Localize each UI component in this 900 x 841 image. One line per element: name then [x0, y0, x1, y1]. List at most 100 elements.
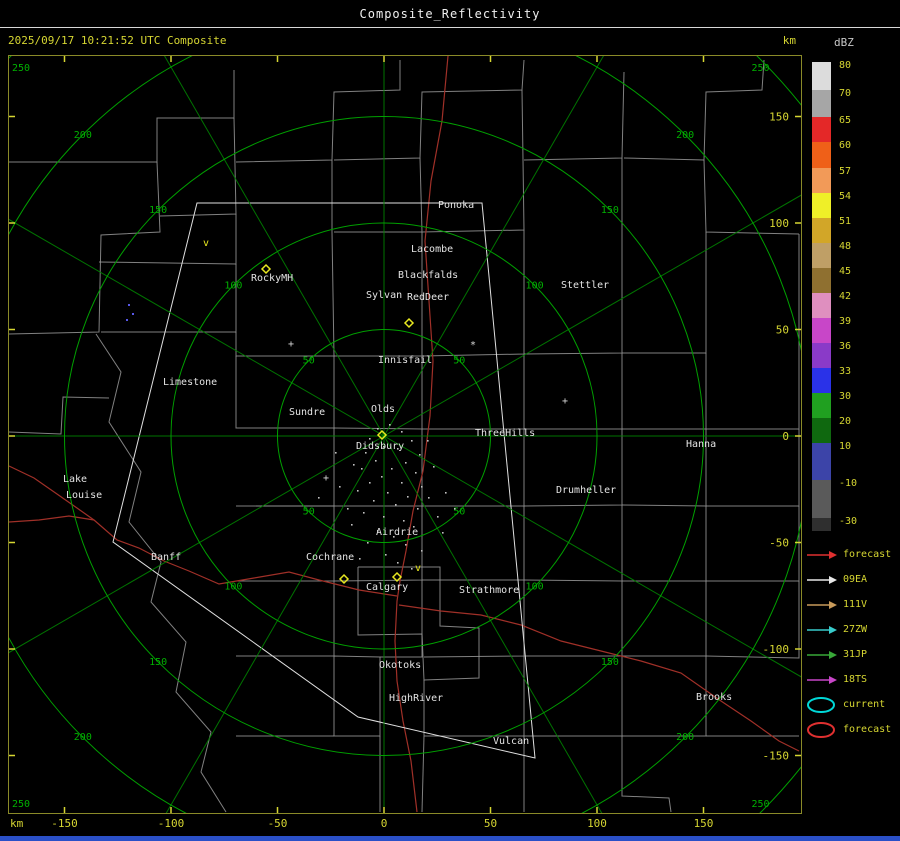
- legend-arrow-label: 27ZW: [843, 624, 868, 635]
- county-boundary-line: [421, 735, 425, 813]
- radar-echo-dot: [445, 492, 447, 494]
- place-label: Calgary: [366, 582, 408, 593]
- dbz-color-swatch: [812, 243, 831, 268]
- legend-arrow-label: forecast: [843, 549, 892, 560]
- radar-echo-dot: [361, 468, 363, 470]
- place-label: Banff: [151, 552, 181, 563]
- dbz-value-label: 39: [839, 315, 852, 327]
- radar-echo-dot: [401, 482, 403, 484]
- radar-echo-dot-blue: [126, 319, 128, 321]
- ring-distance-label: 150: [601, 205, 619, 216]
- radar-echo-dot: [365, 452, 367, 454]
- legend-arrow-label: 18TS: [843, 674, 868, 685]
- radar-echo-dot: [351, 524, 353, 526]
- bottom-axis-label: 0: [380, 817, 388, 830]
- radar-echo-dot: [421, 550, 423, 552]
- legend-arrow-label: 111V: [843, 599, 868, 610]
- window-titlebar: Composite_Reflectivity: [0, 0, 900, 28]
- ring-distance-label: 100: [224, 582, 242, 593]
- county-boundary-line: [9, 70, 235, 163]
- county-boundary-line: [333, 506, 423, 582]
- dbz-value-label: 42: [839, 290, 852, 302]
- county-boundary-line: [423, 680, 524, 737]
- county-boundary-line: [622, 232, 707, 354]
- county-boundary-line: [235, 160, 335, 357]
- radar-echo-dot: [381, 476, 383, 478]
- radar-plot-area[interactable]: 50 50 50 50 100 100 100 100 150 150 150 150 200 200 20…: [8, 55, 802, 814]
- county-boundary-line: [9, 396, 110, 435]
- place-label: Strathmore: [459, 585, 519, 596]
- county-boundary-line: [333, 655, 381, 737]
- ring-distance-label: 100: [526, 280, 544, 291]
- place-label: Okotoks: [379, 660, 421, 671]
- dbz-color-swatch: [812, 318, 831, 343]
- place-label: Lake: [63, 474, 87, 485]
- ring-distance-label: 50: [453, 506, 465, 517]
- dbz-value-label: 45: [839, 265, 852, 277]
- track-legend: forecast 09EA 111V 27ZW 31JP 18TS curren…: [806, 542, 900, 742]
- place-label: ThreeHills: [475, 428, 535, 439]
- dbz-color-swatch: [812, 168, 831, 193]
- dbz-value-label: 70: [839, 87, 852, 99]
- radar-echo-dot: [415, 472, 417, 474]
- place-label: Stettler: [561, 280, 609, 291]
- ring-distance-label: 200: [74, 130, 92, 141]
- county-boundary-line: [333, 59, 525, 161]
- radar-echo-dot: [419, 454, 421, 456]
- ring-distance-label: 50: [303, 506, 315, 517]
- radar-echo-dot: [407, 496, 409, 498]
- place-label: HighRiver: [389, 693, 443, 704]
- place-label: Airdrie: [376, 527, 418, 538]
- track-arrow-icon: [807, 600, 837, 609]
- ring-distance-label: 250: [12, 63, 30, 74]
- bottom-axis-label: 150: [693, 817, 714, 830]
- dbz-color-swatch: [812, 268, 831, 293]
- radar-echo-dot-blue: [128, 304, 130, 306]
- place-label: Innisfail: [378, 355, 432, 366]
- map-symbol: *: [470, 340, 476, 351]
- legend-row: 18TS: [806, 667, 900, 692]
- radar-echo-dot: [391, 468, 393, 470]
- place-label: Lacombe: [411, 244, 453, 255]
- track-arrow-icon: [807, 625, 837, 634]
- ring-distance-label: 250: [751, 63, 769, 74]
- radar-site-marker: [403, 317, 415, 329]
- dbz-color-swatch: [812, 393, 831, 418]
- radar-echo-dot: [437, 516, 439, 518]
- dbz-value-label: 51: [839, 215, 852, 227]
- dbz-color-swatch: [812, 293, 831, 318]
- ring-distance-label: 200: [74, 732, 92, 743]
- place-label: Limestone: [163, 377, 217, 388]
- right-axis-label: 0: [782, 430, 789, 443]
- radar-echo-dot: [375, 460, 377, 462]
- radar-echo-dot: [383, 516, 385, 518]
- dbz-value-label: 80: [839, 59, 852, 71]
- county-boundary-line: [159, 117, 237, 217]
- place-label: Olds: [371, 404, 395, 415]
- county-boundary-line: [236, 581, 335, 657]
- right-axis-label: 150: [769, 111, 789, 124]
- legend-arrow-label: 09EA: [843, 574, 868, 585]
- radar-site-marker: [338, 573, 350, 585]
- radar-echo-dot: [417, 508, 419, 510]
- dbz-color-swatch: [812, 218, 831, 243]
- place-label: Blackfalds: [398, 270, 458, 281]
- place-label: RedDeer: [407, 292, 449, 303]
- place-label: Vulcan: [493, 736, 529, 747]
- dbz-value-label: 60: [839, 139, 852, 151]
- place-label: Hanna: [686, 439, 716, 450]
- county-boundary-line: [235, 60, 401, 163]
- ring-distance-label: 150: [601, 657, 619, 668]
- ring-distance-label: 150: [149, 657, 167, 668]
- county-boundary-line: [524, 353, 623, 430]
- dbz-color-swatch: [812, 90, 831, 117]
- dbz-color-swatch: [812, 117, 831, 142]
- map-symbol: v: [203, 238, 209, 249]
- radar-echo-dot: [433, 466, 435, 468]
- radar-app-window: Composite_Reflectivity 2025/09/17 10:21:…: [0, 0, 900, 841]
- place-label: Louise: [66, 490, 102, 501]
- ring-distance-label: 250: [12, 799, 30, 810]
- radar-echo-dot-blue: [132, 313, 134, 315]
- legend-row: 111V: [806, 592, 900, 617]
- ring-distance-label: 200: [676, 732, 694, 743]
